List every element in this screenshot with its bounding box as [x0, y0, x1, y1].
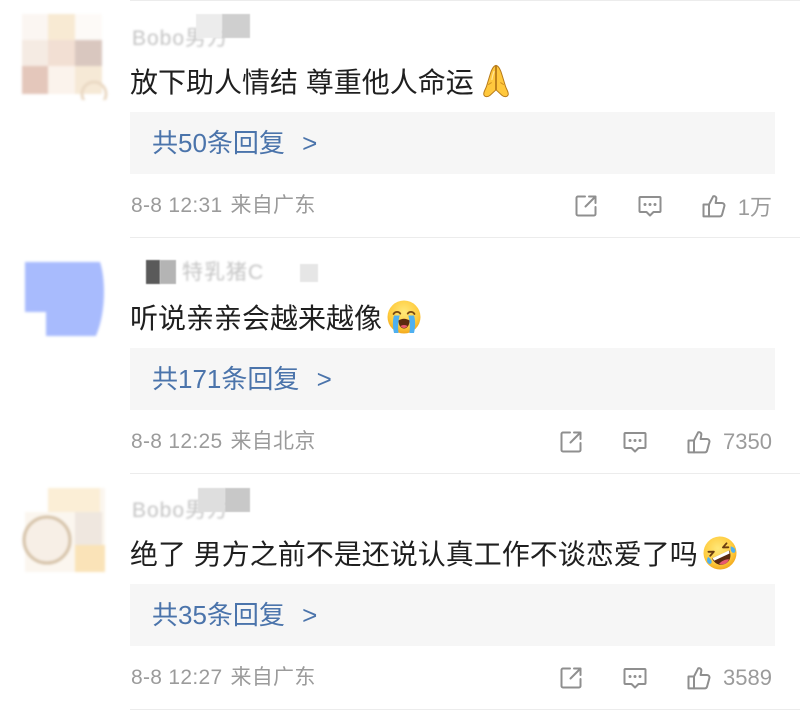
thumbs-up-icon: [685, 428, 713, 456]
comment-text[interactable]: 绝了 男方之前不是还说认真工作不谈恋爱了吗: [130, 534, 738, 572]
like-button[interactable]: 3589: [685, 664, 772, 692]
rolling-on-the-floor-laughing-emoji-icon: [703, 536, 737, 570]
username-mosaic: [300, 264, 318, 282]
folded-hands-emoji-icon: [482, 64, 509, 98]
view-replies-button[interactable]: 共35条回复 >: [130, 584, 775, 646]
view-replies-button[interactable]: 共171条回复 >: [130, 348, 775, 410]
share-icon: [572, 192, 600, 220]
reply-button[interactable]: [621, 664, 649, 692]
like-count: 1万: [737, 195, 772, 220]
timestamp: 8-8 12:25: [131, 430, 223, 453]
comment-meta: 8-8 12:27 来自广东: [131, 665, 316, 691]
like-button[interactable]: 1万: [700, 190, 772, 222]
comment-text-content: 放下助人情结 尊重他人命运: [130, 67, 474, 98]
share-button[interactable]: [557, 428, 585, 456]
mosaic-avatar-image: [25, 262, 105, 336]
loudly-crying-face-emoji-icon: [387, 300, 421, 334]
reply-button[interactable]: [636, 192, 664, 220]
mosaic-avatar-image: [22, 488, 105, 572]
comment-text-content: 绝了 男方之前不是还说认真工作不谈恋爱了吗: [130, 539, 698, 570]
mosaic-avatar-image: [22, 14, 108, 100]
share-icon: [557, 428, 585, 456]
view-replies-button[interactable]: 共50条回复 >: [130, 112, 775, 174]
comment-actions: 3589: [557, 662, 772, 694]
username-mosaic: [225, 488, 250, 512]
location: 来自北京: [230, 430, 316, 453]
view-replies-label: 共171条回复 >: [152, 364, 332, 394]
location: 来自广东: [230, 194, 316, 217]
thumbs-up-icon: [685, 664, 713, 692]
username-mosaic: [160, 260, 176, 284]
username-mosaic: [222, 14, 250, 38]
comment-text[interactable]: 听说亲亲会越来越像: [130, 298, 422, 336]
comment-icon: [621, 664, 649, 692]
divider: [130, 709, 800, 710]
reply-button[interactable]: [621, 428, 649, 456]
view-replies-label: 共35条回复 >: [152, 600, 318, 630]
avatar[interactable]: [22, 246, 108, 336]
thumbs-up-icon: [700, 192, 728, 220]
avatar[interactable]: [22, 10, 108, 100]
comment-actions: 7350: [557, 426, 772, 458]
comment-text[interactable]: 放下助人情结 尊重他人命运: [130, 62, 514, 100]
username-mosaic: [198, 488, 225, 512]
comment-item: Bobo男方 绝了 男方之前不是还说认真工作不谈恋爱了吗 共35条回复 > 8-…: [0, 474, 800, 710]
comment-text-content: 听说亲亲会越来越像: [130, 303, 383, 334]
share-button[interactable]: [572, 192, 600, 220]
share-button[interactable]: [557, 664, 585, 692]
comment-item: Bobo男方 放下助人情结 尊重他人命运 共50条回复 > 8-8 12:31 来…: [0, 2, 800, 238]
username-mosaic: [146, 260, 160, 284]
username-mosaic: [196, 14, 222, 38]
like-button[interactable]: 7350: [685, 428, 772, 456]
like-count: 7350: [723, 429, 772, 454]
divider: [130, 0, 800, 1]
comment-icon: [621, 428, 649, 456]
username[interactable]: 特乳猪C: [182, 260, 264, 286]
location: 来自广东: [230, 666, 316, 689]
comment-item: 特乳猪C 听说亲亲会越来越像 共171条回复 > 8-8 12:25 来自北京 7…: [0, 238, 800, 474]
timestamp: 8-8 12:27: [131, 666, 223, 689]
comment-icon: [636, 192, 664, 220]
comment-meta: 8-8 12:25 来自北京: [131, 429, 316, 455]
comment-meta: 8-8 12:31 来自广东: [131, 193, 316, 219]
view-replies-label: 共50条回复 >: [152, 128, 318, 158]
comment-actions: 1万: [572, 190, 772, 222]
share-icon: [557, 664, 585, 692]
timestamp: 8-8 12:31: [131, 194, 223, 217]
like-count: 3589: [723, 665, 772, 690]
avatar[interactable]: [22, 482, 108, 572]
